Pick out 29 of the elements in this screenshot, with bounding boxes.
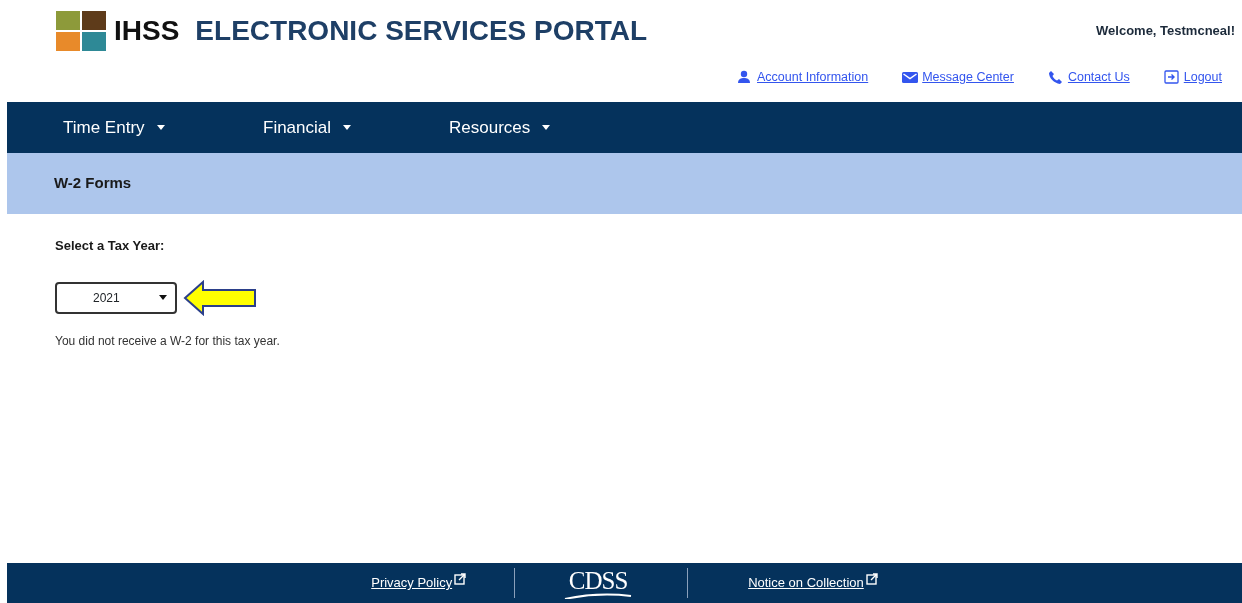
page-title: W-2 Forms (54, 173, 132, 194)
header-link[interactable]: Logout (1183, 68, 1222, 87)
footer-link[interactable]: Notice on Collection (748, 573, 864, 593)
nav-menu-item[interactable]: Financial (257, 113, 443, 142)
phone-icon (1047, 69, 1064, 85)
welcome-text: Welcome, Testmcneal! (1096, 22, 1235, 40)
caret-icon (343, 125, 352, 130)
portal-title: ELECTRONIC SERVICES PORTAL (195, 14, 648, 48)
nav-menu-item[interactable]: Resources (443, 113, 643, 142)
external-link-icon (454, 573, 467, 585)
header-link[interactable]: Account Information (757, 68, 869, 87)
caret-icon (542, 125, 551, 130)
caret-icon (159, 295, 167, 300)
header-link[interactable]: Contact Us (1067, 68, 1130, 87)
logo-icon (56, 11, 106, 51)
mail-icon (902, 69, 919, 85)
external-link-icon (865, 573, 878, 585)
arrow-icon (183, 279, 257, 316)
info-message: You did not receive a W-2 for this tax year. (55, 332, 281, 350)
logout-icon (1163, 69, 1180, 85)
swoosh-icon (563, 592, 634, 599)
footer-logo-text: CDSS (568, 567, 628, 593)
caret-icon (156, 125, 165, 130)
logo-text: IHSS (114, 14, 180, 48)
footer-link[interactable]: Privacy Policy (371, 573, 453, 593)
header-link[interactable]: Message Center (922, 68, 1014, 87)
year-dropdown[interactable]: 2021 (55, 281, 177, 314)
field-label: Select a Tax Year: (55, 237, 166, 255)
nav-menu-item[interactable]: Time Entry (57, 113, 257, 142)
